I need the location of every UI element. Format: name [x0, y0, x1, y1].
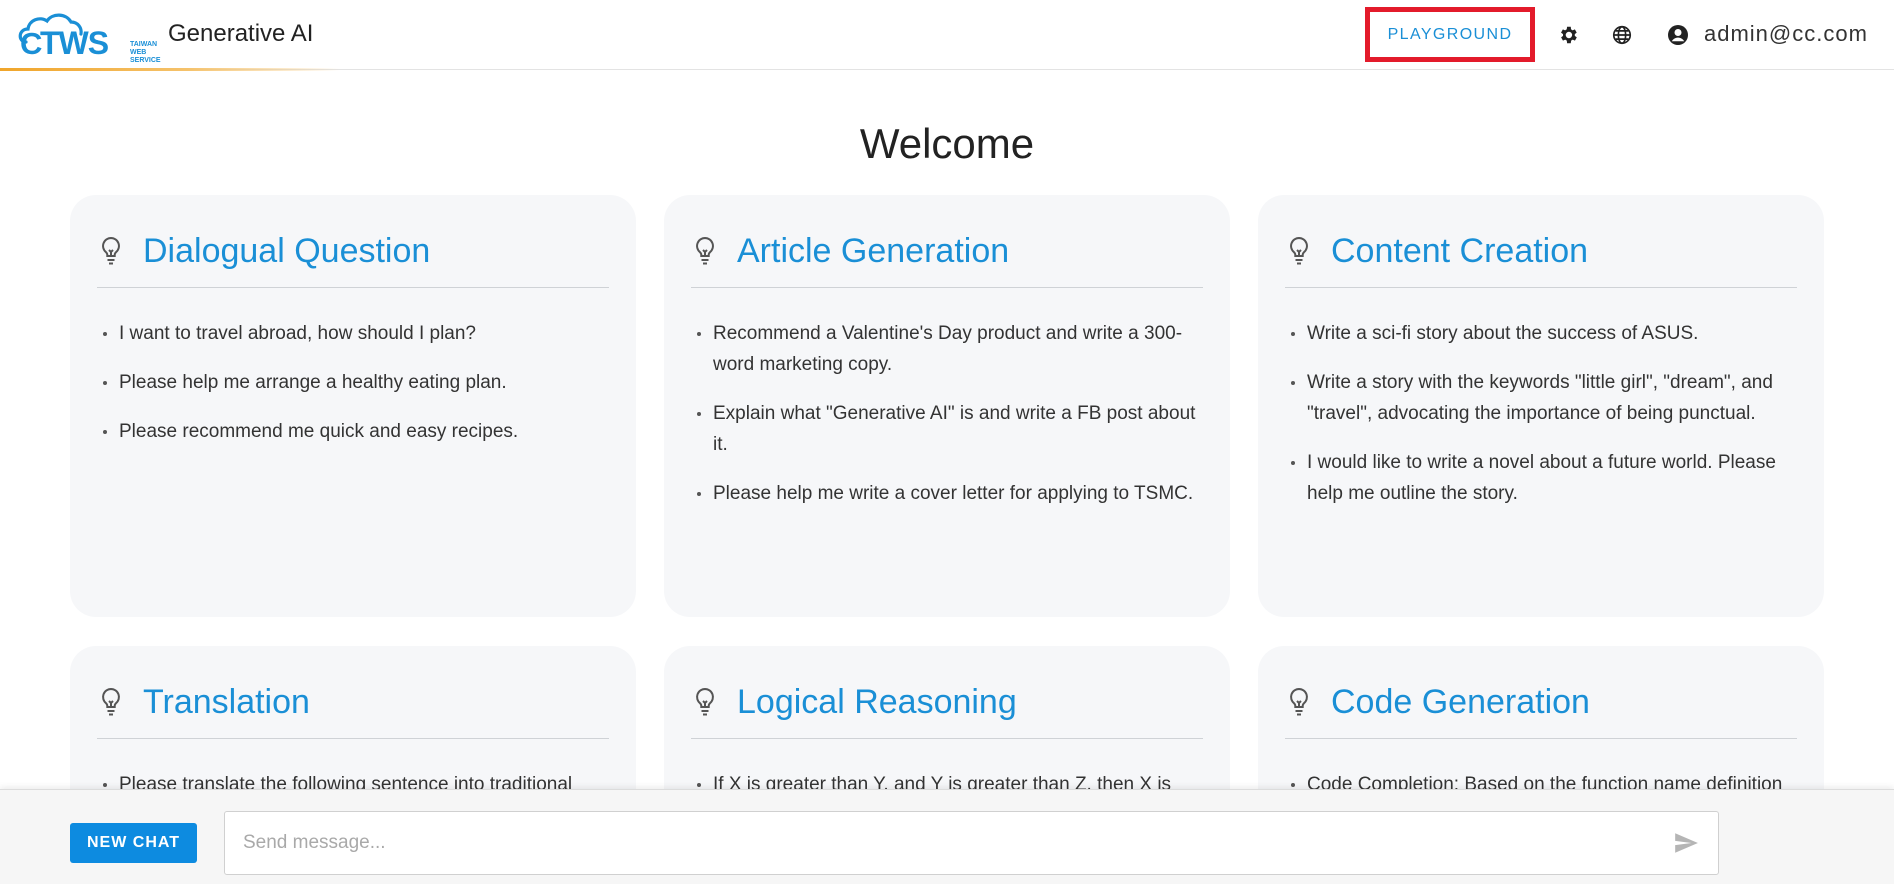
- lightbulb-icon: [99, 685, 127, 719]
- card-header: Article Generation: [691, 195, 1203, 288]
- message-box[interactable]: [224, 811, 1719, 875]
- globe-icon[interactable]: [1607, 20, 1637, 50]
- logo-subtitle: TAIWAN WEB SERVICE: [130, 41, 161, 65]
- prompt-item[interactable]: Recommend a Valentine's Day product and …: [691, 318, 1203, 380]
- prompt-item[interactable]: Please help me arrange a healthy eating …: [97, 367, 609, 398]
- send-icon[interactable]: [1672, 830, 1700, 856]
- message-input[interactable]: [243, 812, 1643, 874]
- logo-sub-line-3: SERVICE: [130, 57, 161, 64]
- card-title: Translation: [143, 682, 310, 721]
- lightbulb-icon: [693, 685, 721, 719]
- card-header: Content Creation: [1285, 195, 1797, 288]
- prompt-item[interactable]: Please recommend me quick and easy recip…: [97, 416, 609, 447]
- svg-text:C: C: [20, 26, 42, 60]
- card-header: Dialogual Question: [97, 195, 609, 288]
- logo-sub-line-1: TAIWAN: [130, 41, 158, 48]
- playground-button[interactable]: PLAYGROUND: [1365, 7, 1535, 62]
- prompt-item[interactable]: Write a sci-fi story about the success o…: [1285, 318, 1797, 349]
- lightbulb-icon: [99, 234, 127, 268]
- lightbulb-icon: [693, 234, 721, 268]
- card-header: Translation: [97, 646, 609, 739]
- card-header: Code Generation: [1285, 646, 1797, 739]
- card-dialogual-question[interactable]: Dialogual Question I want to travel abro…: [70, 195, 636, 617]
- app-title: Generative AI: [168, 20, 314, 47]
- prompt-item[interactable]: I want to travel abroad, how should I pl…: [97, 318, 609, 349]
- card-content-creation[interactable]: Content Creation Write a sci-fi story ab…: [1258, 195, 1824, 617]
- welcome-heading: Welcome: [859, 120, 1035, 167]
- account-circle-icon[interactable]: [1663, 20, 1693, 50]
- card-header: Logical Reasoning: [691, 646, 1203, 739]
- card-title: Content Creation: [1331, 231, 1589, 270]
- gear-icon[interactable]: [1553, 20, 1583, 50]
- prompt-item[interactable]: Please help me write a cover letter for …: [691, 478, 1203, 509]
- header-accent-line: [0, 68, 340, 71]
- card-title: Dialogual Question: [143, 231, 431, 270]
- card-title: Code Generation: [1331, 682, 1590, 721]
- card-title: Article Generation: [737, 231, 1010, 270]
- user-email[interactable]: admin@cc.com: [1704, 21, 1868, 47]
- tws-logo[interactable]: C TWS TAIWAN WEB SERVICE: [16, 8, 161, 64]
- logo-sub-line-2: WEB: [130, 49, 147, 56]
- card-article-generation[interactable]: Article Generation Recommend a Valentine…: [664, 195, 1230, 617]
- prompt-list: Recommend a Valentine's Day product and …: [691, 318, 1203, 509]
- prompt-item[interactable]: I would like to write a novel about a fu…: [1285, 447, 1797, 509]
- prompt-item[interactable]: Write a story with the keywords "little …: [1285, 367, 1797, 429]
- new-chat-button[interactable]: NEW CHAT: [70, 823, 197, 863]
- prompt-list: I want to travel abroad, how should I pl…: [97, 318, 609, 447]
- logo-text: TWS: [40, 25, 109, 61]
- prompt-list: Write a sci-fi story about the success o…: [1285, 318, 1797, 509]
- top-header: C TWS TAIWAN WEB SERVICE Generative AI P…: [0, 0, 1894, 71]
- prompt-item[interactable]: Explain what "Generative AI" is and writ…: [691, 398, 1203, 460]
- lightbulb-icon: [1287, 685, 1315, 719]
- card-title: Logical Reasoning: [737, 682, 1017, 721]
- lightbulb-icon: [1287, 234, 1315, 268]
- chat-input-bar: NEW CHAT: [0, 789, 1894, 884]
